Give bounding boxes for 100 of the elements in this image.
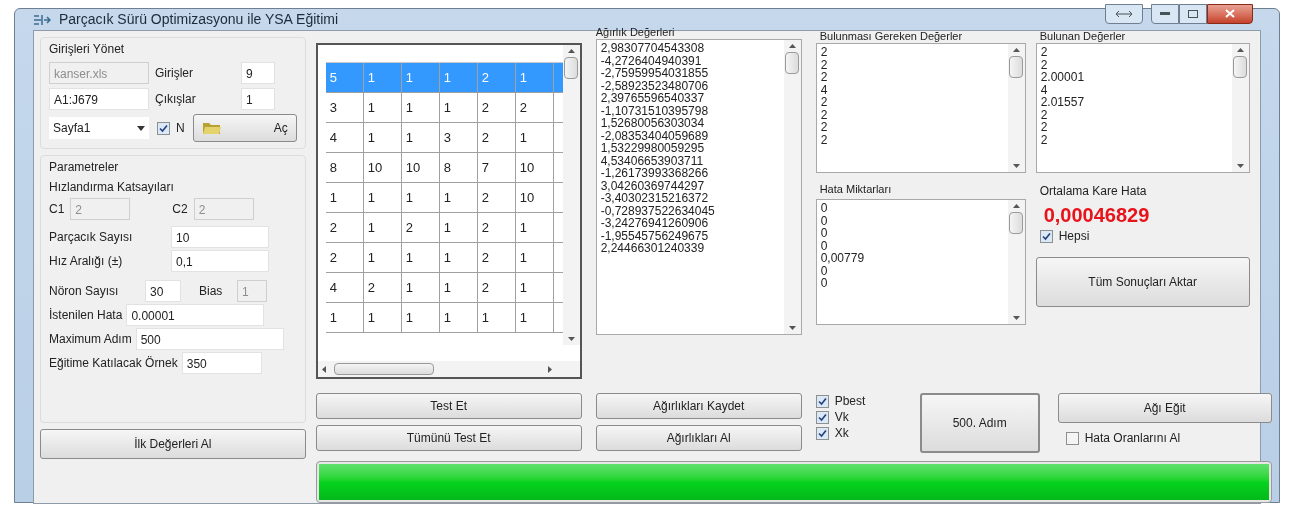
minimize-button[interactable] (1151, 3, 1179, 24)
close-button[interactable] (1207, 3, 1253, 24)
weight-value[interactable]: -2,08353404059689 (600, 129, 780, 142)
error-value[interactable]: 0 (820, 227, 1004, 240)
checkbox[interactable] (815, 394, 829, 408)
horizontal-scrollbar[interactable] (317, 361, 580, 377)
expected-value[interactable]: 2 (820, 58, 1004, 71)
weight-value[interactable]: 3,04260369744297 (600, 179, 780, 192)
grid-row[interactable]: 3 1 1 1 2 2 (325, 93, 563, 123)
grid-row[interactable]: 2 1 2 1 2 1 (325, 213, 563, 243)
found-value[interactable]: 2 (1040, 121, 1228, 134)
checkbox[interactable] (1039, 229, 1053, 243)
maximize-button[interactable] (1179, 3, 1207, 24)
expected-value[interactable]: 2 (820, 96, 1004, 109)
weight-value[interactable]: 2,39765596540337 (600, 92, 780, 105)
found-value[interactable]: 2 (1040, 133, 1228, 146)
grid-row[interactable]: 1 1 1 1 1 1 (325, 303, 563, 333)
checkbox-label: Hepsi (1058, 228, 1090, 245)
weight-value[interactable]: -3,40302315216372 (600, 192, 780, 205)
save-weights-button[interactable]: Ağırlıkları Kaydet (595, 393, 802, 419)
weight-value[interactable]: 2,98307704543308 (600, 42, 780, 55)
found-value[interactable]: 2 (1040, 46, 1228, 59)
weight-value[interactable]: -3,24276941260906 (600, 217, 780, 230)
input-field[interactable]: 1 (241, 88, 275, 110)
export-button[interactable]: Tüm Sonuçları Aktar (1035, 257, 1250, 307)
expected-value[interactable]: 2 (820, 108, 1004, 121)
found-value[interactable]: 2 (1040, 58, 1228, 71)
input-field[interactable]: 9 (241, 62, 275, 84)
error-value[interactable]: 0 (820, 264, 1004, 277)
error-value[interactable]: 0 (820, 214, 1004, 227)
scroll-thumb[interactable] (1009, 56, 1024, 78)
grid-cell: 2 (515, 93, 554, 122)
weight-value[interactable]: -1,10731510395798 (600, 104, 780, 117)
test-button[interactable]: Test Et (315, 393, 582, 419)
scrollbar[interactable] (1007, 200, 1025, 324)
expected-value[interactable]: 4 (820, 83, 1004, 96)
list-box[interactable]: 2 2 2.00001 4 2.01557 2 2 2 (1035, 43, 1250, 173)
weight-value[interactable]: -2,75959954031855 (600, 67, 780, 80)
grid-row[interactable]: 8 10 10 8 7 10 (325, 153, 563, 183)
expected-value[interactable]: 2 (820, 46, 1004, 59)
weight-value[interactable]: -4,2726404940391 (600, 54, 780, 67)
back-button[interactable] (1105, 3, 1143, 24)
list-box[interactable]: 0 0 0 0 0,00779 0 0 (815, 199, 1026, 325)
input-field[interactable]: 10 (171, 226, 269, 248)
step-button[interactable]: 500. Adım (919, 393, 1040, 453)
group-title: Parametreler (49, 159, 120, 176)
weight-value[interactable]: -1,95545756249675 (600, 229, 780, 242)
grid-row[interactable]: 1 1 1 1 2 10 (325, 183, 563, 213)
list-box[interactable] (595, 39, 802, 335)
weight-value[interactable]: 1,52680056303034 (600, 117, 780, 130)
weight-value[interactable]: 1,53229980059295 (600, 142, 780, 155)
load-weights-button[interactable]: Ağırlıkları Al (595, 425, 802, 451)
scrollbar[interactable] (1007, 44, 1025, 172)
grid-row[interactable]: 4 1 1 3 2 1 (325, 123, 563, 153)
checkbox[interactable] (815, 426, 829, 440)
input-field[interactable]: 0,1 (171, 250, 269, 272)
grid-row[interactable]: 4 2 1 1 2 1 (325, 273, 563, 303)
train-button[interactable]: Ağı Eğit (1057, 393, 1272, 423)
found-value[interactable]: 2 (1040, 108, 1228, 121)
error-value[interactable]: 0 (820, 277, 1004, 290)
expected-value[interactable]: 2 (820, 133, 1004, 146)
error-value[interactable]: 0 (820, 239, 1004, 252)
weight-value[interactable]: 4,53406653903711 (600, 154, 780, 167)
input-field[interactable]: 0.00001 (126, 304, 265, 326)
input-field[interactable]: 350 (181, 352, 262, 374)
error-value[interactable]: 0,00779 (820, 252, 1004, 265)
test-all-button[interactable]: Tümünü Test Et (315, 425, 582, 451)
scrollbar[interactable] (783, 40, 801, 334)
expected-value[interactable]: 2 (820, 71, 1004, 84)
checkbox[interactable] (1065, 431, 1079, 445)
found-value[interactable]: 4 (1040, 83, 1228, 96)
weight-value[interactable]: -0,728937522634045 (600, 204, 780, 217)
weight-value[interactable]: 2,24466301240339 (600, 242, 780, 255)
range-field[interactable]: A1:J679 (49, 88, 149, 110)
checkbox[interactable] (157, 121, 170, 135)
scroll-thumb[interactable] (1009, 212, 1024, 234)
data-grid[interactable]: 5 1 1 1 2 1 3 1 1 1 2 2 4 1 1 3 2 1 8 10 10 8 7 10 1 1 1 1 2 10 2 1 2 1 2 1 2 1 1 1 2 1 4 2 1 1 2 1 1 1 1 1 1 1 (315, 43, 582, 379)
grid-cell: 3 (439, 123, 478, 152)
grid-cell: 2 (477, 213, 516, 242)
grid-cell: 10 (401, 153, 440, 182)
expected-value[interactable]: 2 (820, 121, 1004, 134)
scroll-thumb[interactable] (785, 52, 800, 74)
open-button[interactable]: Aç (192, 114, 297, 142)
down-arrow-icon (788, 326, 796, 330)
scroll-thumb[interactable] (333, 363, 434, 375)
weight-value[interactable]: -1,26173993368266 (600, 167, 780, 180)
error-value[interactable]: 0 (820, 202, 1004, 215)
input-field[interactable]: 500 (135, 328, 284, 350)
grid-row[interactable]: 2 1 1 1 2 1 (325, 243, 563, 273)
input-field[interactable]: 30 (145, 280, 181, 302)
list-box[interactable]: 2 2 2 4 2 2 2 2 (815, 43, 1026, 173)
checkbox[interactable] (815, 410, 829, 424)
found-value[interactable]: 2.00001 (1040, 71, 1228, 84)
scroll-thumb[interactable] (564, 57, 579, 79)
scroll-thumb[interactable] (1233, 56, 1248, 78)
weight-value[interactable]: -2,58923523480706 (600, 79, 780, 92)
initial-values-button[interactable]: İlk Değerleri Al (40, 429, 306, 459)
found-value[interactable]: 2.01557 (1040, 96, 1228, 109)
scrollbar[interactable] (1231, 44, 1249, 172)
sheet-dropdown[interactable]: Sayfa1 (49, 117, 149, 139)
